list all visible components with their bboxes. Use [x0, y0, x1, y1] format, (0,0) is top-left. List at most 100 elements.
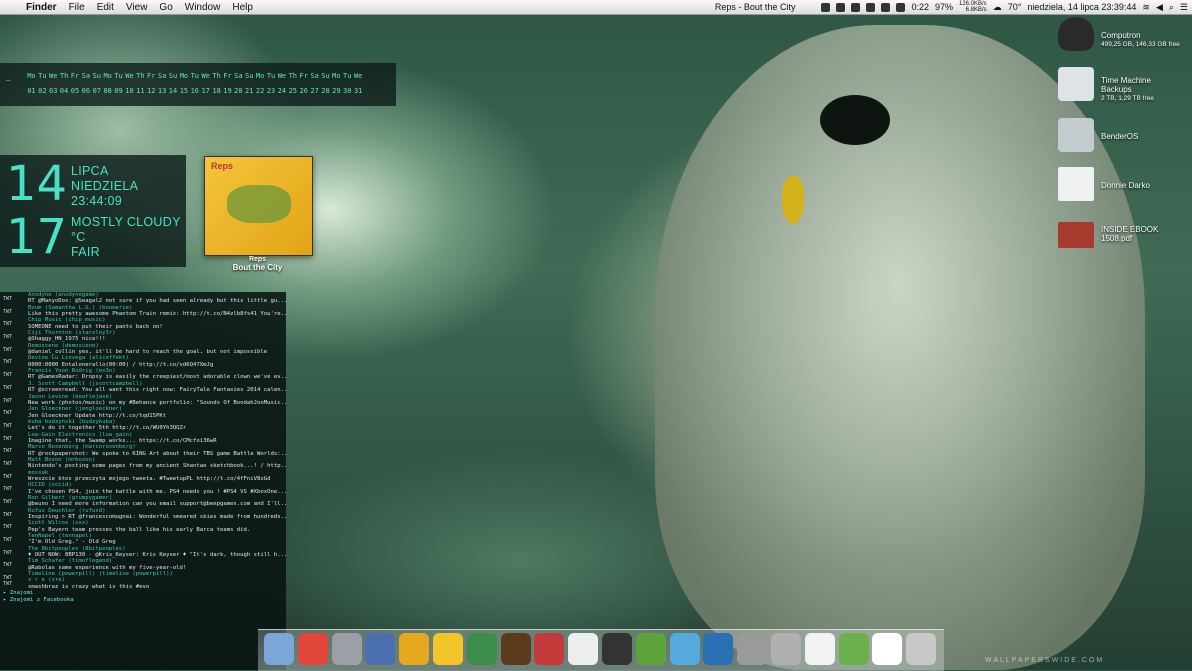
desktop-icon-benderos[interactable]: BenderOS: [1056, 118, 1192, 158]
calendar-date[interactable]: 03: [48, 87, 59, 95]
bluetooth-icon[interactable]: [896, 2, 906, 12]
home-icon[interactable]: [881, 2, 891, 12]
battery-readout[interactable]: 97%: [935, 2, 953, 12]
calendar-date[interactable]: 06: [80, 87, 91, 95]
menu-edit[interactable]: Edit: [91, 2, 120, 13]
tweet-item[interactable]: TWT Chip Music (chip_music) SOMEONE need t…: [0, 317, 286, 330]
calendar-date[interactable]: 21: [244, 87, 255, 95]
calendar-date[interactable]: 15: [178, 87, 189, 95]
calendar-date[interactable]: 27: [309, 87, 320, 95]
desktop-icon-time-machine[interactable]: Time Machine Backups 2 TB, 1,29 TB free: [1056, 67, 1192, 107]
calendar-date[interactable]: 22: [255, 87, 266, 95]
feed-footer-facebook[interactable]: ▸ Znajomi z Facebooka: [0, 597, 286, 603]
menu-help[interactable]: Help: [226, 2, 259, 13]
tweet-item[interactable]: TWT Marco Rosenberg (marcorosenberg) RT @r…: [0, 444, 286, 457]
tweet-item[interactable]: TWT Francis Yoon Rodrig (ex3n) RT @GamesRa…: [0, 368, 286, 381]
calendar-date[interactable]: 26: [298, 87, 309, 95]
desktop-icon-donnie-darko[interactable]: Donnie Darko: [1056, 167, 1192, 207]
tweet-item[interactable]: TWT Tim Schafer (timoflegend) @Rabolas sam…: [0, 558, 286, 571]
tweet-item[interactable]: TWT J. Scott Campbell (jscottcampbell) RT …: [0, 381, 286, 394]
tweet-item[interactable]: TWT Demoscene (demoscene) @daniel_collin y…: [0, 343, 286, 356]
calendar-date[interactable]: 08: [102, 87, 113, 95]
tweet-item[interactable]: TWT mossak Wreszcie ktos przeczyta mojego …: [0, 470, 286, 483]
calendar-date[interactable]: 28: [320, 87, 331, 95]
tweet-item[interactable]: TWT TenNapel (tennapel) "I'm Old Greg." - …: [0, 533, 286, 546]
tweet-item[interactable]: TWT kuba budzynski (budzykuba) Let's do it…: [0, 419, 286, 432]
calendar-date[interactable]: 16: [189, 87, 200, 95]
tweet-item[interactable]: TWT Low-Gain Electronics (low_gain) Imagin…: [0, 432, 286, 445]
tweet-item[interactable]: TWT OCCID (occid) I've chosen PS4, join th…: [0, 482, 286, 495]
calendar-date[interactable]: 31: [353, 87, 364, 95]
dock-item-document[interactable]: [872, 633, 903, 665]
dock-item-pencil[interactable]: [365, 633, 396, 665]
weather-temp[interactable]: 70°: [1008, 2, 1022, 12]
evernote-icon[interactable]: [866, 2, 876, 12]
calendar-date[interactable]: 17: [200, 87, 211, 95]
dock-item-flag[interactable]: [534, 633, 565, 665]
menu-go[interactable]: Go: [153, 2, 178, 13]
lastfm-icon[interactable]: [836, 2, 846, 12]
dropbox-icon[interactable]: [851, 2, 861, 12]
tweet-item[interactable]: TWT x r e (xre) smashbraz is crazy what is…: [0, 577, 286, 590]
dock-item-folder[interactable]: [804, 633, 835, 665]
calendar-date[interactable]: 18: [211, 87, 222, 95]
os-icon[interactable]: [821, 2, 831, 12]
wifi-icon[interactable]: ≋: [1142, 2, 1150, 13]
calendar-date[interactable]: 29: [331, 87, 342, 95]
tweet-item[interactable]: TWT Jen Gloeckner (jengloeckner) Jen Gloec…: [0, 406, 286, 419]
dock-item-chrome[interactable]: [297, 633, 328, 665]
calendar-date[interactable]: 25: [287, 87, 298, 95]
album-cover[interactable]: Reps: [204, 156, 313, 256]
calendar-date[interactable]: 24: [276, 87, 287, 95]
menu-view[interactable]: View: [120, 2, 154, 13]
calendar-date[interactable]: 04: [59, 87, 70, 95]
calendar-date[interactable]: 30: [342, 87, 353, 95]
desktop-icon-inside-ebook[interactable]: INSIDE EBOOK 1508.pdf: [1056, 220, 1192, 260]
tweet-item[interactable]: TWT Devine Lu Linvega (aliceffekt) 0000:00…: [0, 355, 286, 368]
tweet-item[interactable]: TWT Matt Bozon (mrbozon) Nintendo's postin…: [0, 457, 286, 470]
dock-item-monitor[interactable]: [669, 633, 700, 665]
calendar-date[interactable]: 07: [91, 87, 102, 95]
calendar-date[interactable]: 14: [168, 87, 179, 95]
dock-item-evernote[interactable]: [838, 633, 869, 665]
spotlight-icon[interactable]: ⌕: [1169, 2, 1174, 13]
dock-item-pencil-2[interactable]: [399, 633, 430, 665]
calendar-date[interactable]: 05: [70, 87, 81, 95]
menu-file[interactable]: File: [63, 2, 91, 13]
tweet-item[interactable]: TWT Ron Gilbert (grumpygamer) @beuno I nee…: [0, 495, 286, 508]
tweet-item[interactable]: TWT Jason Levine (beatlejase) New work (ph…: [0, 394, 286, 407]
tweet-item[interactable]: TWT Boum (Samantha L.G.) (boumerie) Like t…: [0, 305, 286, 318]
menu-window[interactable]: Window: [179, 2, 227, 13]
dock-item-green[interactable]: [635, 633, 666, 665]
tweet-item[interactable]: TWT Anodyne (anodynegame) RT @ManyoDos: @S…: [0, 292, 286, 305]
calendar-date[interactable]: 02: [37, 87, 48, 95]
dock-item-game[interactable]: [500, 633, 531, 665]
dock-item-safe[interactable]: [771, 633, 801, 665]
calendar-date[interactable]: 23: [266, 87, 277, 95]
calendar-date[interactable]: 12: [146, 87, 157, 95]
dock-item-totoro[interactable]: [331, 633, 362, 665]
calendar-date[interactable]: 10: [124, 87, 135, 95]
tweet-item[interactable]: TWT Rufus Deuchler (rufusd) Inspiring > RT…: [0, 508, 286, 521]
dock-item-frog[interactable]: [466, 633, 497, 665]
calendar-date[interactable]: 20: [233, 87, 244, 95]
calendar-date[interactable]: 13: [157, 87, 168, 95]
dock-item-finder[interactable]: [264, 633, 294, 665]
dock-item-disc[interactable]: [602, 633, 632, 665]
calendar-date[interactable]: 19: [222, 87, 233, 95]
menubar-clock[interactable]: niedziela, 14 lipca 23:39:44: [1027, 2, 1136, 12]
menu-finder[interactable]: Finder: [20, 2, 63, 13]
calendar-date[interactable]: 11: [135, 87, 146, 95]
now-playing-text[interactable]: Reps - Bout the City: [715, 2, 796, 12]
desktop-icon-computron[interactable]: Computron 499,25 GB, 146,33 GB free: [1056, 17, 1192, 57]
dock-item-trash[interactable]: [906, 633, 937, 665]
tweet-item[interactable]: TWT Ciji Thornton (starsloy3r) @Shaggy_HN_…: [0, 330, 286, 343]
dock-item-gear[interactable]: [737, 633, 768, 665]
dock-item-cassette[interactable]: [703, 633, 734, 665]
notification-center-icon[interactable]: ☰: [1180, 2, 1188, 13]
calendar-date[interactable]: 01: [26, 87, 37, 95]
volume-icon[interactable]: ◀: [1156, 2, 1163, 13]
tweet-item[interactable]: TWT Scott Wilcox (sxx) Pep's Bayern team p…: [0, 520, 286, 533]
tweet-item[interactable]: TWT The 8bitpeoples (8bitpeoples) ♦ OUT NO…: [0, 546, 286, 559]
dock-item-scroll[interactable]: [568, 633, 599, 665]
